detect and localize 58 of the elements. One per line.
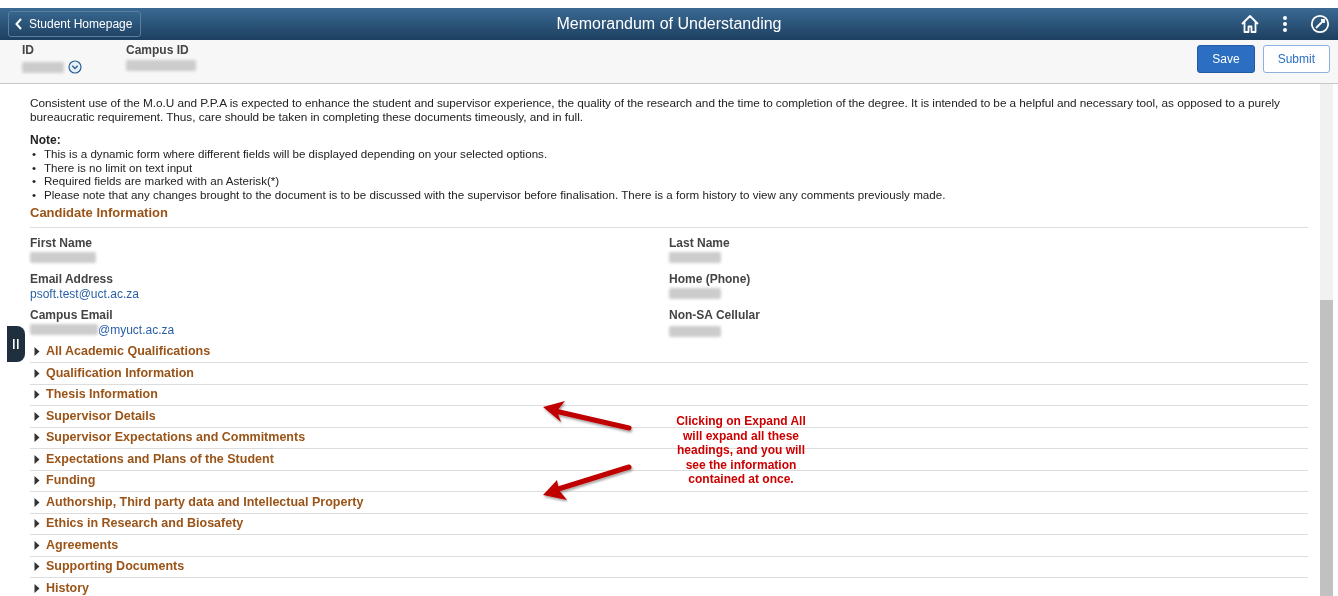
- section-header[interactable]: Funding: [46, 471, 96, 491]
- caret-icon[interactable]: [34, 540, 40, 550]
- field-label: ID: [22, 43, 35, 57]
- note-item: Required fields are marked with an Asterisk(*): [44, 174, 280, 188]
- dropdown-icon[interactable]: [68, 60, 82, 74]
- note-title: Note:: [30, 134, 62, 147]
- submit-button[interactable]: Submit: [1262, 45, 1330, 73]
- section-header[interactable]: Supervisor Expectations and Commitments: [46, 428, 306, 448]
- bullet-marker: •: [31, 147, 38, 161]
- caret-icon[interactable]: [34, 519, 40, 529]
- section-title: Candidate Information: [30, 203, 1308, 228]
- caret-icon[interactable]: [34, 433, 40, 443]
- intro-paragraph: Consistent use of the M.o.U and P.P.A is expected to enhance the student and supervisor experience, the quality of the research and the time to completion of the degree. It is intended to be a helpful and necessary tool, as opposed to a purely bureaucratic requirement. Thus, care should be taken in completing these documents timeously, and in full.: [30, 96, 1281, 124]
- section-header[interactable]: Expectations and Plans of the Student: [46, 449, 274, 469]
- caret-icon[interactable]: [34, 411, 40, 421]
- section-header[interactable]: Thesis Information: [46, 385, 158, 405]
- scrollbar[interactable]: [1320, 84, 1333, 596]
- caret-icon[interactable]: [34, 476, 40, 486]
- home-icon[interactable]: [1240, 14, 1260, 34]
- note-item: This is a dynamic form where different fields will be displayed depending on your selected options.: [44, 147, 548, 161]
- field-label: Email Address: [30, 271, 114, 286]
- field-label: Last Name: [669, 235, 731, 250]
- field-label: First Name: [30, 235, 94, 250]
- section-header[interactable]: Agreements: [46, 535, 119, 555]
- section-header[interactable]: Authorship, Third party data and Intellectual Property: [46, 492, 364, 512]
- section-header[interactable]: Supervisor Details: [46, 406, 156, 426]
- bullet-marker: •: [31, 174, 38, 188]
- chevron-icon: [15, 18, 23, 30]
- section-header[interactable]: All Academic Qualifications: [46, 342, 211, 362]
- menu-icon[interactable]: [1282, 15, 1288, 33]
- field-label: Campus ID: [126, 43, 190, 57]
- annotation-text: Clicking on Expand All will expand all these headings, and you will see the information contained at once.: [675, 414, 807, 487]
- section-header[interactable]: History: [46, 578, 90, 596]
- pause-icon: [13, 339, 19, 349]
- page-title: Memorandum of Understanding: [556, 15, 782, 32]
- caret-icon[interactable]: [34, 454, 40, 464]
- bullet-marker: •: [31, 187, 38, 201]
- section-header[interactable]: Supporting Documents: [46, 557, 185, 577]
- save-button[interactable]: Save: [1197, 45, 1255, 73]
- bullet-marker: •: [31, 160, 38, 174]
- caret-icon[interactable]: [34, 347, 40, 357]
- caret-icon[interactable]: [34, 562, 40, 572]
- field-label: Campus Email: [30, 307, 114, 322]
- caret-icon[interactable]: [34, 390, 40, 400]
- field-label: Home (Phone): [669, 271, 752, 286]
- caret-icon[interactable]: [34, 583, 40, 593]
- caret-icon[interactable]: [34, 368, 40, 378]
- compass-icon[interactable]: [1310, 14, 1330, 34]
- collapse-tab[interactable]: [7, 326, 25, 362]
- note-item: Please note that any changes brought to the document is to be discussed with the supervisor before finalisation. There is a form history to view any comments previously made.: [44, 187, 946, 201]
- email-link[interactable]: psoft.test@uct.ac.za: [30, 286, 139, 301]
- caret-icon[interactable]: [34, 497, 40, 507]
- back-button[interactable]: Student Homepage: [8, 11, 142, 37]
- section-header[interactable]: Qualification Information: [46, 363, 194, 383]
- field-label: Non-SA Cellular: [669, 307, 761, 322]
- section-header[interactable]: Ethics in Research and Biosafety: [46, 514, 244, 534]
- note-item: There is no limit on text input: [44, 160, 193, 174]
- email-value: @myuct.ac.za: [98, 322, 175, 337]
